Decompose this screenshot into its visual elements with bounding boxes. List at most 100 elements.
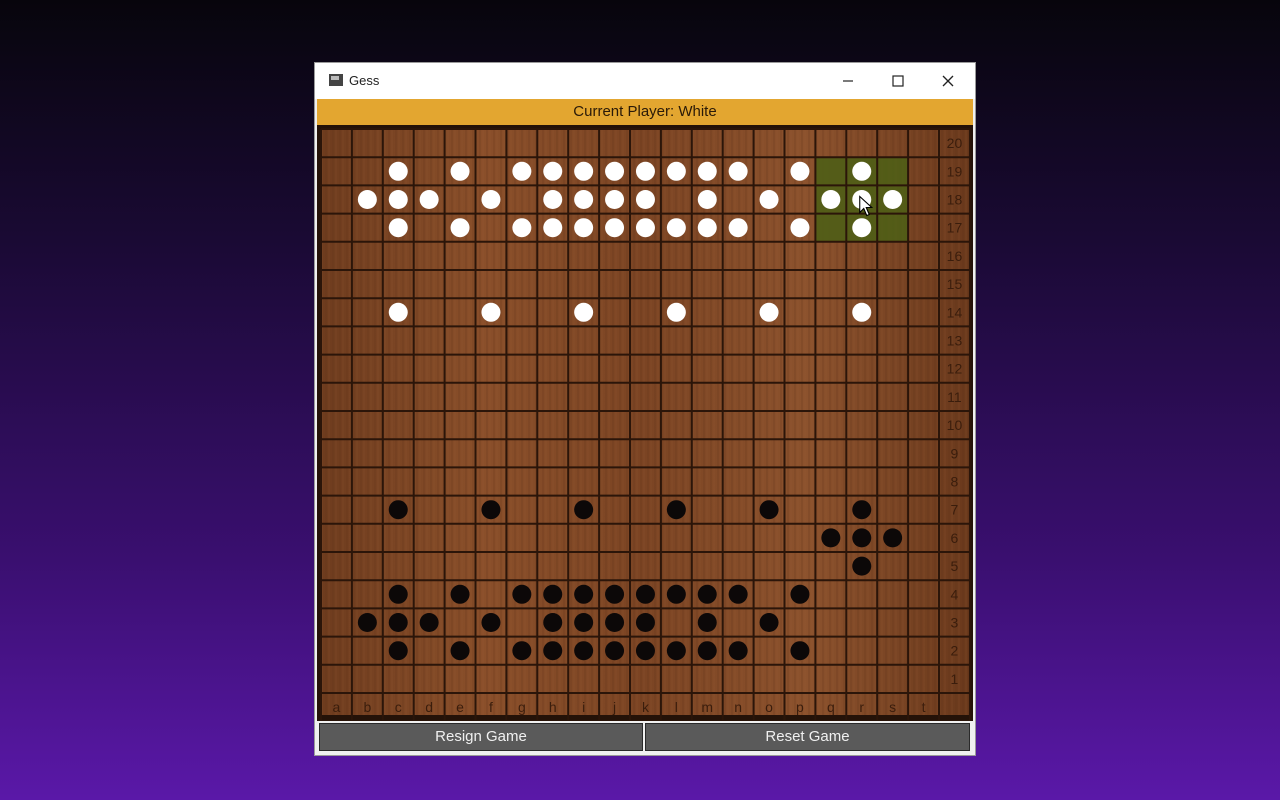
game-board[interactable]: a b c d e f g h i j k l m n o p q r s t 20 19 18 17 16 15 14 13 12 11… [317,125,973,721]
black-stone[interactable] [697,584,717,604]
close-button[interactable] [925,63,971,99]
black-stone[interactable] [605,641,625,661]
black-stone[interactable] [574,613,594,632]
white-stone[interactable] [512,218,532,238]
black-stone[interactable] [388,500,408,520]
board-canvas[interactable]: a b c d e f g h i j k l m n o p q r s t20191817161514131211… [317,125,973,721]
black-stone[interactable] [574,641,594,661]
black-stone[interactable] [605,584,625,604]
row-label: 9 [951,445,959,461]
black-stone[interactable] [481,613,501,632]
black-stone[interactable] [666,500,686,520]
white-stone[interactable] [574,161,594,181]
black-stone[interactable] [790,641,810,661]
white-stone[interactable] [759,302,779,322]
white-stone[interactable] [852,218,872,238]
white-stone[interactable] [635,161,655,181]
white-stone[interactable] [357,190,377,209]
row-label: 4 [951,586,959,602]
black-stone[interactable] [543,641,563,661]
black-stone[interactable] [543,584,563,604]
maximize-button[interactable] [875,63,921,99]
white-stone[interactable] [697,161,717,181]
white-stone[interactable] [790,161,810,181]
white-stone[interactable] [666,161,686,181]
black-stone[interactable] [512,641,532,661]
white-stone[interactable] [574,302,594,322]
white-stone[interactable] [574,190,594,209]
black-stone[interactable] [790,584,810,604]
white-stone[interactable] [666,218,686,238]
black-stone[interactable] [821,528,841,548]
white-stone[interactable] [852,302,872,322]
column-label: q [827,699,835,715]
black-stone[interactable] [388,641,408,661]
white-stone[interactable] [388,161,408,181]
column-label: o [765,699,773,715]
white-stone[interactable] [697,190,717,209]
white-stone[interactable] [728,161,748,181]
black-stone[interactable] [697,641,717,661]
reset-game-button[interactable]: Reset Game [645,723,970,751]
black-stone[interactable] [574,584,594,604]
black-stone[interactable] [388,584,408,604]
black-stone[interactable] [635,641,655,661]
white-stone[interactable] [543,190,563,209]
white-stone[interactable] [481,302,501,322]
white-stone[interactable] [512,161,532,181]
white-stone[interactable] [450,218,470,238]
black-stone[interactable] [852,500,872,520]
white-stone[interactable] [388,218,408,238]
black-stone[interactable] [852,528,872,548]
black-stone[interactable] [450,584,470,604]
black-stone[interactable] [759,613,779,632]
white-stone[interactable] [543,161,563,181]
white-stone[interactable] [388,190,408,209]
column-label: a [333,699,341,715]
white-stone[interactable] [759,190,779,209]
black-stone[interactable] [574,500,594,520]
white-stone[interactable] [635,190,655,209]
black-stone[interactable] [728,641,748,661]
white-stone[interactable] [635,218,655,238]
column-label: g [518,699,526,715]
button-bar: Resign Game Reset Game [319,723,971,753]
row-label: 19 [947,163,963,179]
black-stone[interactable] [543,613,563,632]
black-stone[interactable] [635,613,655,632]
white-stone[interactable] [666,302,686,322]
black-stone[interactable] [605,613,625,632]
black-stone[interactable] [728,584,748,604]
white-stone[interactable] [821,190,841,209]
white-stone[interactable] [852,161,872,181]
white-stone[interactable] [883,190,903,209]
white-stone[interactable] [419,190,439,209]
white-stone[interactable] [574,218,594,238]
black-stone[interactable] [852,556,872,576]
black-stone[interactable] [357,613,377,632]
white-stone[interactable] [388,302,408,322]
black-stone[interactable] [450,641,470,661]
black-stone[interactable] [666,641,686,661]
white-stone[interactable] [605,161,625,181]
black-stone[interactable] [419,613,439,632]
black-stone[interactable] [512,584,532,604]
white-stone[interactable] [790,218,810,238]
black-stone[interactable] [697,613,717,632]
black-stone[interactable] [666,584,686,604]
white-stone[interactable] [450,161,470,181]
black-stone[interactable] [635,584,655,604]
white-stone[interactable] [728,218,748,238]
black-stone[interactable] [883,528,903,548]
white-stone[interactable] [543,218,563,238]
white-stone[interactable] [697,218,717,238]
black-stone[interactable] [481,500,501,520]
black-stone[interactable] [759,500,779,520]
white-stone[interactable] [605,218,625,238]
white-stone[interactable] [605,190,625,209]
resign-game-button[interactable]: Resign Game [319,723,643,751]
white-stone[interactable] [481,190,501,209]
black-stone[interactable] [388,613,408,632]
column-label: c [395,699,402,715]
minimize-button[interactable] [825,63,871,99]
